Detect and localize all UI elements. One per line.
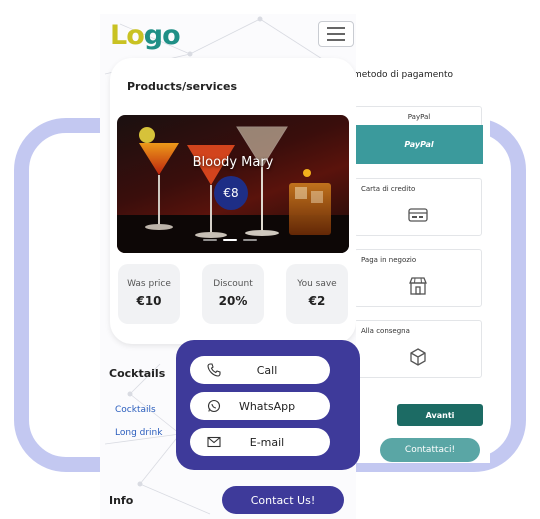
whatsapp-label: WhatsApp (238, 399, 296, 413)
logo[interactable]: Logo (110, 20, 181, 51)
carousel-dot[interactable] (203, 239, 217, 241)
products-title: Products/services (127, 80, 237, 93)
products-card: Products/services Bloody Mary €8 Was pri… (110, 58, 356, 344)
email-button[interactable]: E-mail (190, 428, 330, 456)
carousel-indicators[interactable] (203, 239, 257, 241)
payment-panel: metodo di pagamento PayPal PayPal Carta … (340, 58, 490, 463)
contact-us-button[interactable]: Contact Us! (222, 486, 344, 514)
payment-option-paypal[interactable]: PayPal PayPal (354, 106, 483, 164)
stat-discount: Discount 20% (202, 264, 264, 324)
stat-label: Discount (213, 279, 253, 289)
credit-card-icon (405, 205, 431, 225)
payment-option-label: Alla consegna (361, 327, 410, 335)
store-icon (405, 276, 431, 296)
stat-value: €10 (136, 294, 162, 308)
payment-title: metodo di pagamento (353, 70, 453, 80)
payment-option-store[interactable]: Paga in negozio (354, 249, 482, 307)
info-title: Info (109, 494, 134, 507)
whatsapp-icon (206, 398, 222, 414)
payment-option-label: PayPal (407, 113, 431, 121)
hamburger-menu-icon[interactable] (318, 21, 354, 47)
link-long-drink[interactable]: Long drink (115, 428, 162, 438)
link-cocktails[interactable]: Cocktails (115, 405, 156, 415)
stat-value: €2 (308, 294, 326, 308)
stat-label: You save (297, 279, 337, 289)
payment-option-credit-card[interactable]: Carta di credito (354, 178, 482, 236)
stat-label: Was price (127, 279, 171, 289)
product-carousel[interactable]: Bloody Mary €8 (117, 115, 349, 253)
call-label: Call (256, 363, 278, 377)
payment-option-delivery[interactable]: Alla consegna (354, 320, 482, 378)
paypal-button[interactable]: PayPal (355, 125, 483, 164)
phone-icon (206, 362, 222, 378)
logo-text-part1: Lo (110, 20, 145, 51)
product-name: Bloody Mary (192, 155, 274, 170)
app-stage: metodo di pagamento PayPal PayPal Carta … (0, 0, 540, 519)
package-icon (405, 347, 431, 367)
carousel-dot-active[interactable] (223, 239, 237, 241)
stat-was-price: Was price €10 (118, 264, 180, 324)
carousel-dot[interactable] (243, 239, 257, 241)
next-button[interactable]: Avanti (397, 404, 483, 426)
payment-option-label: Paga in negozio (361, 256, 417, 264)
logo-text-part2: go (143, 20, 181, 51)
cocktails-title: Cocktails (109, 367, 166, 380)
email-label: E-mail (249, 435, 285, 449)
payment-option-label: Carta di credito (361, 185, 416, 193)
mail-icon (206, 434, 222, 450)
stat-you-save: You save €2 (286, 264, 348, 324)
contact-us-button-it[interactable]: Contattaci! (380, 438, 480, 462)
stat-value: 20% (218, 294, 248, 308)
call-button[interactable]: Call (190, 356, 330, 384)
contact-popup: Call WhatsApp E-mail (176, 340, 360, 470)
whatsapp-button[interactable]: WhatsApp (190, 392, 330, 420)
price-badge: €8 (214, 176, 248, 210)
